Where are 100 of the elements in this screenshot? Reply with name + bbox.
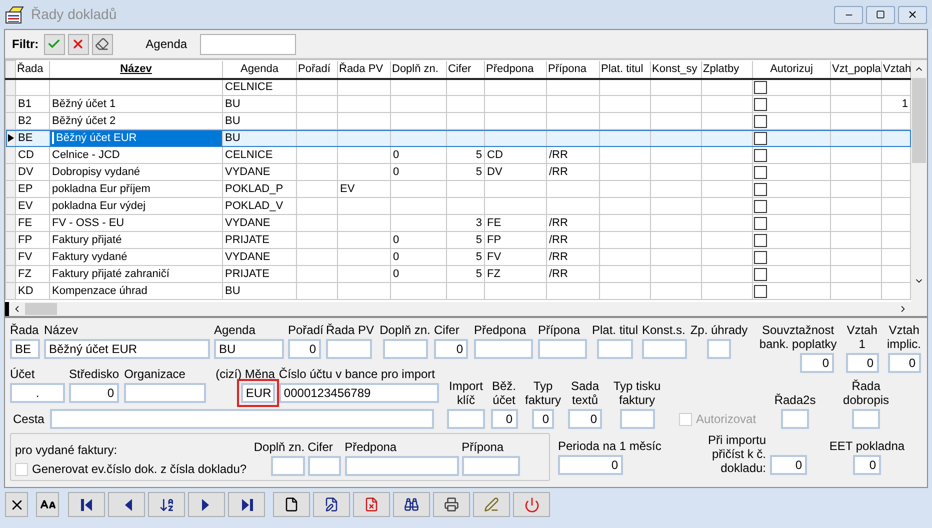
input-field[interactable] bbox=[474, 339, 533, 359]
table-row[interactable]: B1 Běžný účet 1 BU 1 bbox=[6, 96, 910, 112]
input-field[interactable] bbox=[462, 456, 520, 476]
toolbar-button[interactable] bbox=[433, 492, 470, 517]
table-row[interactable]: EV pokladna Eur výdej POKLAD_V bbox=[6, 198, 910, 214]
input-field[interactable] bbox=[538, 339, 587, 359]
column-header[interactable]: Název bbox=[120, 62, 152, 75]
input-field[interactable]: 0 bbox=[434, 339, 468, 359]
table-row[interactable]: FP Faktury přijaté PRIJATE 0 5 FP /RR bbox=[6, 232, 910, 248]
input-field[interactable]: 0 bbox=[846, 353, 879, 373]
close-button[interactable] bbox=[898, 6, 927, 24]
input-field[interactable]: BU bbox=[214, 339, 284, 359]
column-header[interactable]: Řada bbox=[17, 62, 44, 75]
toolbar-button[interactable] bbox=[148, 492, 185, 517]
toolbar-button[interactable] bbox=[228, 492, 265, 517]
close-button[interactable] bbox=[5, 492, 28, 517]
horizontal-scrollbar[interactable] bbox=[5, 302, 911, 316]
column-header[interactable]: Autorizuj bbox=[770, 62, 813, 75]
input-field[interactable] bbox=[447, 409, 485, 429]
checkbox[interactable] bbox=[754, 98, 767, 110]
input-field[interactable]: Běžný účet EUR bbox=[44, 339, 210, 359]
toolbar-button[interactable] bbox=[188, 492, 225, 517]
pen-icon bbox=[484, 497, 499, 512]
field-label: Souvztažnost bank. poplatky bbox=[758, 323, 838, 351]
column-header[interactable]: Plat. titul bbox=[601, 62, 644, 75]
checkbox[interactable] bbox=[754, 268, 767, 280]
input-field[interactable]: 0 bbox=[770, 455, 807, 475]
cancel-filter-button[interactable] bbox=[68, 34, 89, 54]
scroll-thumb[interactable] bbox=[912, 78, 926, 163]
checkbox[interactable] bbox=[754, 166, 767, 178]
input-field[interactable]: BE bbox=[10, 339, 40, 359]
column-header[interactable]: Vzt_popla bbox=[832, 62, 881, 75]
table-row[interactable]: BE Běžný účet EUR BU bbox=[6, 130, 910, 146]
toolbar-button[interactable] bbox=[108, 492, 145, 517]
vertical-scrollbar[interactable] bbox=[911, 60, 927, 316]
table-row[interactable]: KD Kompenzace úhrad BU bbox=[6, 282, 910, 300]
input-field[interactable] bbox=[620, 409, 654, 429]
input-field[interactable] bbox=[308, 456, 341, 476]
input-field[interactable]: 0 bbox=[490, 409, 518, 429]
input-field[interactable]: 0 bbox=[568, 409, 602, 429]
input-field[interactable] bbox=[852, 409, 880, 429]
input-field[interactable]: 0 bbox=[558, 455, 623, 475]
agenda-filter-field[interactable] bbox=[200, 34, 296, 54]
input-field[interactable] bbox=[270, 456, 305, 476]
input-field[interactable]: 0 bbox=[288, 339, 321, 359]
checkbox[interactable] bbox=[754, 114, 767, 128]
checkbox[interactable] bbox=[754, 148, 767, 162]
table-row[interactable]: B2 Běžný účet 2 BU bbox=[6, 112, 910, 130]
input-field[interactable] bbox=[707, 339, 731, 359]
checkbox[interactable] bbox=[754, 284, 767, 298]
scroll-thumb[interactable] bbox=[25, 303, 57, 316]
column-header[interactable]: Pořadí bbox=[298, 62, 330, 75]
input-field[interactable] bbox=[642, 339, 687, 359]
input-field[interactable]: 0000123456789 bbox=[278, 383, 439, 403]
font-button[interactable] bbox=[36, 492, 59, 517]
checkbox[interactable] bbox=[754, 132, 767, 144]
input-field[interactable] bbox=[382, 339, 428, 359]
table-row[interactable]: CD Celnice - JCD CELNICE 0 5 CD /RR bbox=[6, 146, 910, 164]
input-field[interactable]: 0 bbox=[532, 409, 554, 429]
field-label: Import klíč bbox=[448, 379, 484, 407]
column-header[interactable]: Předpona bbox=[486, 62, 534, 75]
column-header[interactable]: Vztah bbox=[883, 62, 911, 75]
input-field[interactable] bbox=[124, 383, 206, 403]
input-field[interactable]: 0 bbox=[888, 353, 921, 373]
table-row[interactable]: FZ Faktury přijaté zahraničí PRIJATE 0 5 FZ /RR bbox=[6, 266, 910, 282]
toolbar-button[interactable] bbox=[313, 492, 350, 517]
column-header[interactable]: Agenda bbox=[240, 62, 278, 75]
column-header[interactable]: Cifer bbox=[448, 62, 472, 75]
checkbox[interactable] bbox=[754, 216, 767, 230]
table-row[interactable]: FV Faktury vydané VYDANE 0 5 FV /RR bbox=[6, 248, 910, 266]
input-field[interactable] bbox=[326, 339, 372, 359]
column-header[interactable]: Konst_sy bbox=[652, 62, 698, 75]
restore-button[interactable] bbox=[866, 6, 895, 24]
table-row[interactable]: DV Dobropisy vydané VYDANE 0 5 DV /RR bbox=[6, 164, 910, 180]
input-field[interactable] bbox=[344, 456, 459, 476]
checkbox[interactable] bbox=[754, 250, 767, 264]
column-header[interactable]: Přípona bbox=[548, 62, 587, 75]
input-field[interactable]: . bbox=[10, 383, 65, 403]
input-field[interactable]: 0 bbox=[800, 353, 834, 373]
input-field[interactable] bbox=[781, 409, 810, 429]
clear-filter-button[interactable] bbox=[92, 34, 113, 54]
toolbar-button[interactable] bbox=[393, 492, 430, 517]
column-header[interactable]: Zplatby bbox=[703, 62, 740, 75]
column-header[interactable]: Doplň zn. bbox=[392, 62, 438, 75]
checkbox[interactable] bbox=[754, 182, 767, 196]
input-field[interactable]: 0 bbox=[69, 383, 120, 403]
input-field[interactable]: EUR bbox=[240, 383, 275, 403]
input-field[interactable] bbox=[597, 339, 633, 359]
input-field[interactable] bbox=[50, 409, 434, 429]
toolbar-button[interactable] bbox=[273, 492, 310, 517]
checkbox[interactable] bbox=[754, 80, 767, 94]
apply-filter-button[interactable] bbox=[44, 34, 65, 54]
toolbar-button[interactable] bbox=[68, 492, 105, 517]
field-label: Agenda bbox=[146, 36, 188, 53]
column-header[interactable]: Řada PV bbox=[339, 62, 384, 75]
table-row[interactable]: EP pokladna Eur příjem POKLAD_P EV bbox=[6, 180, 910, 198]
table-row[interactable]: FE FV - OSS - EU VYDANE 3 FE /RR bbox=[6, 214, 910, 232]
checkbox[interactable] bbox=[754, 234, 767, 246]
checkbox[interactable] bbox=[754, 200, 767, 212]
input-field[interactable]: 0 bbox=[853, 455, 881, 475]
